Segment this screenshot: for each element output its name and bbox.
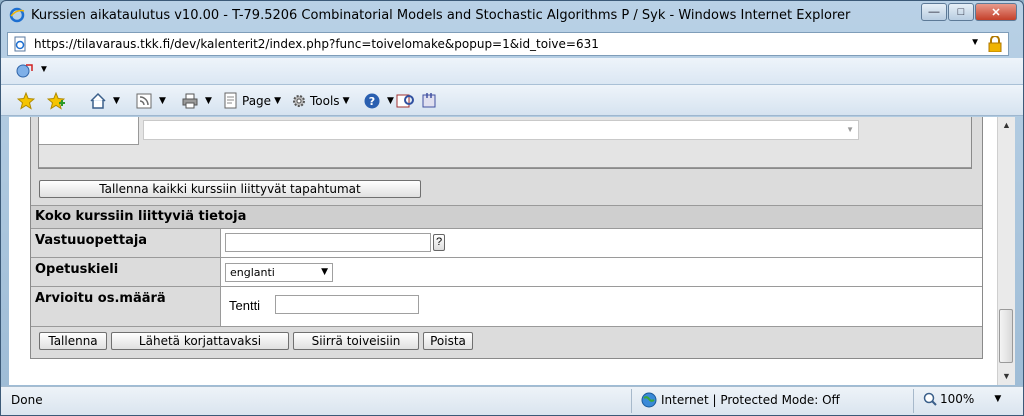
language-select[interactable]: englanti ▼ [225,263,333,282]
language-label: Opetuskieli [31,258,221,286]
home-icon[interactable]: ▼ [89,92,120,110]
title-bar: Kurssien aikataulutus v10.00 - T-79.5206… [1,1,1023,31]
estimate-label: Arvioitu os.määrä [31,287,221,326]
favorites-dropdown-icon[interactable]: ▼ [39,64,49,75]
status-bar: Done Internet | Protected Mode: Off 100%… [1,386,1023,415]
status-separator [631,389,632,413]
zoom-icon [923,392,937,406]
scroll-up-icon[interactable]: ▲ [998,117,1015,134]
save-button[interactable]: Tallenna [39,332,107,350]
event-table-row [39,145,971,168]
send-for-correction-button[interactable]: Lähetä korjattavaksi [111,332,289,350]
course-form: ▼ Tallenna kaikki kurssiin liittyvät tap… [30,117,983,359]
add-to-favorites-icon[interactable] [15,63,33,79]
messenger-icon[interactable] [421,92,444,110]
event-select[interactable]: ▼ [143,120,859,140]
status-separator [913,389,914,413]
favorites-bar: ▼ [1,58,1023,85]
select-arrow-icon: ▼ [846,125,854,134]
security-zone[interactable]: Internet | Protected Mode: Off [641,392,840,408]
section-title: Koko kurssiin liittyviä tietoja [31,205,982,229]
save-all-events-button[interactable]: Tallenna kaikki kurssiin liittyvät tapah… [39,180,421,198]
globe-icon [641,392,657,408]
event-table: ▼ [38,117,972,169]
window-title: Kurssien aikataulutus v10.00 - T-79.5206… [31,8,851,23]
exam-count-input[interactable] [275,295,419,314]
add-favorite-star-icon[interactable] [47,92,68,110]
minimize-button[interactable]: — [921,3,947,21]
help-icon: ? [364,93,380,109]
browser-window: Kurssien aikataulutus v10.00 - T-79.5206… [0,0,1024,416]
zoom-level: 100% [940,392,975,406]
security-zone-label: Internet | Protected Mode: Off [661,393,840,407]
lock-icon[interactable] [988,36,1002,52]
svg-text:?: ? [369,95,375,108]
page-content: ▼ Tallenna kaikki kurssiin liittyvät tap… [9,117,997,385]
maximize-button[interactable]: □ [948,3,974,21]
estimate-row: Arvioitu os.määrä Tentti [31,287,982,327]
page-menu-icon [224,92,237,109]
delete-button[interactable]: Poista [423,332,473,350]
event-table-cell [39,117,139,145]
teacher-help-button[interactable]: ? [433,234,445,251]
page-menu[interactable]: Page ▼ [223,92,281,110]
feeds-icon[interactable]: ▼ [135,92,166,110]
gear-icon [293,95,305,107]
language-row: Opetuskieli englanti ▼ [31,258,982,287]
exam-label: Tentti [229,298,261,313]
ie-logo-icon [9,7,25,23]
teacher-row: Vastuuopettaja ? [31,229,982,258]
page-menu-label: Page [242,94,272,108]
url-text[interactable]: https://tilavaraus.tkk.fi/dev/kalenterit… [34,37,599,51]
page-icon [14,36,26,52]
help-menu[interactable]: ? ▼ [363,92,394,110]
tools-menu-label: Tools [310,94,340,108]
move-to-requests-button[interactable]: Siirrä toiveisiin [293,332,419,350]
close-button[interactable]: ✕ [975,3,1017,21]
chevron-down-icon: ▼ [321,267,328,277]
zoom-control[interactable]: 100% ▼ [923,392,1001,406]
command-bar: ▼ ▼ ▼ Page ▼ Tools ▼ ? ▼ [1,85,1023,116]
language-select-value: englanti [230,266,275,279]
teacher-input[interactable] [225,233,431,252]
teacher-label: Vastuuopettaja [31,229,221,257]
favorites-star-icon[interactable] [17,92,38,110]
status-text: Done [11,393,43,407]
research-icon[interactable] [396,92,419,110]
print-icon[interactable]: ▼ [181,92,212,110]
address-dropdown-icon[interactable]: ▼ [970,37,980,48]
scroll-down-icon[interactable]: ▼ [998,368,1015,385]
scrollbar-thumb[interactable] [999,309,1013,363]
tools-menu[interactable]: Tools ▼ [291,92,349,110]
vertical-scrollbar[interactable]: ▲ ▼ [997,117,1015,385]
zoom-dropdown-icon[interactable]: ▼ [994,394,1001,404]
address-bar[interactable]: https://tilavaraus.tkk.fi/dev/kalenterit… [7,32,1009,56]
